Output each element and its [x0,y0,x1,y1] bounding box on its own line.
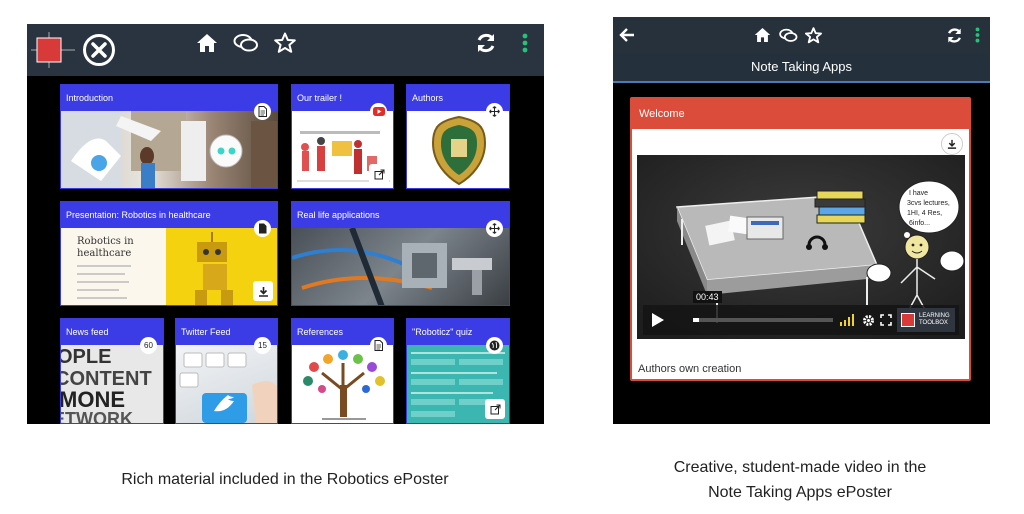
tile-title: Presentation: Robotics in healthcare [61,202,277,228]
tile-authors[interactable]: Authors [406,84,510,189]
svg-text:3cvs lectures,: 3cvs lectures, [907,200,950,207]
robot-arm-image [292,228,509,305]
more-options-icon[interactable] [520,32,530,54]
item-count-badge: 15 [254,337,271,354]
left-caption: Rich material included in the Robotics e… [121,471,449,488]
card-footer: Authors own creation [638,363,742,375]
home-icon[interactable] [195,32,219,54]
star-icon[interactable] [803,25,823,45]
card-header: Welcome [632,99,969,129]
document-icon[interactable] [254,103,271,120]
tile-our-trailer[interactable]: Our trailer ! [291,84,394,189]
tile-twitter-feed[interactable]: Twitter Feed 15 [175,318,278,424]
learning-toolbox-logo-icon [29,30,77,70]
tile-introduction[interactable]: Introduction [60,84,278,189]
presentation-slide-image: Robotics in healthcare [61,228,277,305]
play-icon[interactable] [649,311,667,329]
right-caption-line-2: Note Taking Apps ePoster [708,484,892,501]
top-bar [613,17,990,53]
news-words-image: OPLE CONTENT MONE ETWORK [61,345,163,423]
item-count-badge: 60 [140,337,157,354]
page-title: Note Taking Apps [751,59,852,74]
twitter-keyboard-image [176,345,277,423]
file-icon[interactable] [254,220,271,237]
download-icon[interactable] [941,133,963,155]
right-caption-line-1: Creative, student-made video in the [673,459,927,476]
youtube-icon[interactable] [370,103,387,120]
svg-text:OPLE: OPLE [61,346,111,368]
video-controls: 00:43 LEARNING TOOLBOX [643,291,959,335]
tile-news-feed[interactable]: News feed OPLE CONTENT MONE ETWORK 60 [60,318,164,424]
back-arrow-icon[interactable] [617,25,637,45]
welcome-card: Welcome I have 3cvs lectures, 1HI, 4 Res… [630,97,971,381]
svg-text:1HI, 4 Res,: 1HI, 4 Res, [907,210,942,217]
university-crest-image [407,111,509,188]
video-time: 00:43 [693,291,722,303]
tile-roboticz-quiz[interactable]: "Roboticz" quiz [406,318,510,424]
video-player[interactable]: I have 3cvs lectures, 1HI, 4 Res, 6info.… [637,155,965,339]
tile-title: Real life applications [292,202,509,228]
brand-text: LEARNING TOOLBOX [919,313,950,326]
volume-icon[interactable] [839,313,855,327]
note-taking-eposter-screenshot: Note Taking Apps Welcome I have 3cvs lec… [613,17,990,424]
comments-icon[interactable] [233,32,259,54]
tile-presentation[interactable]: Presentation: Robotics in healthcare Rob… [60,201,278,306]
svg-text:6info...: 6info... [909,220,930,227]
more-options-icon[interactable] [973,26,981,44]
tile-real-life-applications[interactable]: Real life applications [291,201,510,306]
card-title: Welcome [639,108,685,120]
refresh-icon[interactable] [944,25,964,45]
robot-hospital-image [61,111,277,188]
media-tree-image [292,345,393,423]
refresh-icon[interactable] [474,31,498,55]
open-external-icon[interactable] [369,164,389,184]
download-icon[interactable] [253,281,273,301]
move-icon[interactable] [486,103,503,120]
video-progress-fill [693,318,699,322]
brand-logo-icon [901,313,915,327]
svg-text:I have: I have [909,190,928,197]
open-external-icon[interactable] [485,399,505,419]
move-icon[interactable] [486,220,503,237]
globe-icon[interactable] [486,337,503,354]
fullscreen-icon[interactable] [879,313,893,327]
top-bar [27,24,544,76]
close-icon[interactable] [81,32,117,68]
video-progress-bar[interactable] [693,318,833,322]
settings-gear-icon[interactable] [861,312,875,328]
tile-references[interactable]: References [291,318,394,424]
document-icon[interactable] [370,337,387,354]
tile-title: Introduction [61,85,277,111]
star-icon[interactable] [273,31,297,55]
home-icon[interactable] [753,26,771,44]
comments-icon[interactable] [778,26,798,44]
robotics-eposter-screenshot: Introduction Our trailer ! Authors Prese… [27,24,544,424]
title-bar: Note Taking Apps [613,53,990,83]
svg-text:ETWORK: ETWORK [61,409,133,423]
learning-toolbox-brand[interactable]: LEARNING TOOLBOX [897,308,955,332]
